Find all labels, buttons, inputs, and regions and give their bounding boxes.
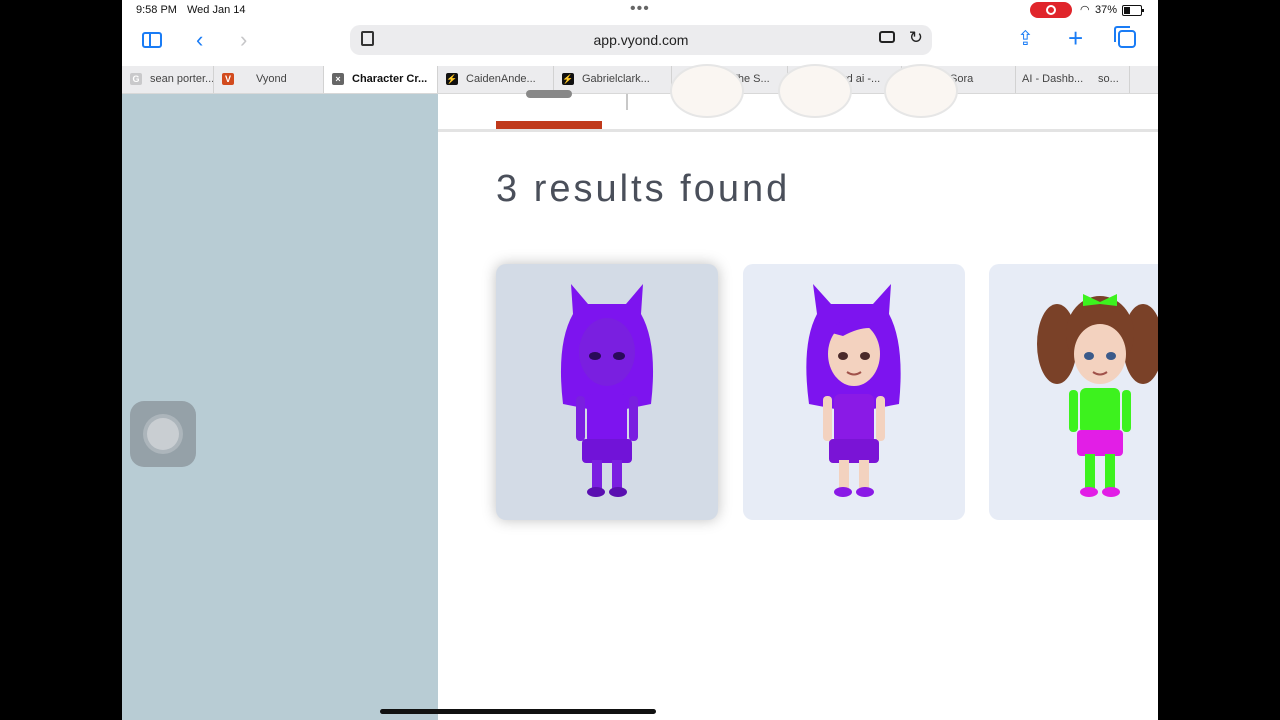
- scroll-handle[interactable]: [526, 90, 572, 98]
- purple-cat-girl-character: [560, 284, 654, 497]
- tab-caidenande[interactable]: ⚡ CaidenAnde...: [438, 66, 554, 93]
- active-category-underline: [496, 121, 602, 129]
- extension-icon[interactable]: [879, 31, 895, 43]
- tab-character-creator[interactable]: × Character Cr...: [324, 66, 438, 93]
- vyond-favicon-icon: V: [222, 73, 234, 85]
- purple-hair-girl-character: [806, 284, 901, 497]
- multitasking-dots-icon[interactable]: •••: [630, 0, 650, 18]
- tab-bar: G sean porter... V Vyond × Character Cr.…: [122, 66, 1158, 94]
- battery-icon: [1122, 5, 1144, 16]
- tab-label: sean porter...: [150, 73, 214, 85]
- bolt-favicon-icon: ⚡: [446, 73, 458, 85]
- status-time: 9:58 PM: [136, 4, 177, 16]
- status-bar: 9:58 PM Wed Jan 14 ••• ◠ 37%: [122, 0, 1158, 22]
- assistive-touch-button[interactable]: [130, 401, 196, 467]
- home-indicator[interactable]: [380, 709, 656, 714]
- new-tab-icon[interactable]: +: [1068, 23, 1083, 54]
- reload-icon[interactable]: ↻: [909, 28, 923, 48]
- battery-percent: 37%: [1095, 4, 1118, 16]
- tab-gabrielclark[interactable]: ⚡ Gabrielclark...: [554, 66, 672, 93]
- forward-icon[interactable]: ›: [240, 27, 247, 53]
- tab-label: Vyond: [256, 73, 287, 85]
- tab-label: Character Cr...: [352, 73, 428, 85]
- tab-overview-icon[interactable]: [1114, 26, 1136, 48]
- ipad-screen: 9:58 PM Wed Jan 14 ••• ◠ 37% ‹ › app.vyo…: [122, 0, 1158, 720]
- wifi-icon: ◠: [1080, 4, 1090, 16]
- close-tab-icon[interactable]: ×: [332, 73, 344, 85]
- google-favicon-icon: G: [130, 73, 142, 85]
- screen-recording-icon[interactable]: [1030, 2, 1072, 18]
- sidebar-toggle-icon[interactable]: [142, 32, 162, 48]
- results-count-title: 3 results found: [496, 168, 791, 210]
- category-thumbnail[interactable]: [778, 64, 852, 118]
- character-card[interactable]: [743, 264, 965, 520]
- category-strip: [438, 64, 1158, 132]
- tab-label: AI - Dashb...: [1022, 73, 1084, 85]
- tab-overflow[interactable]: so...: [1098, 66, 1130, 93]
- tab-label: so...: [1098, 73, 1119, 85]
- tab-label: Gabrielclark...: [582, 73, 650, 85]
- left-panel: [122, 94, 438, 720]
- tab-label: CaidenAnde...: [466, 73, 536, 85]
- brown-pigtails-girl-character: [1037, 294, 1158, 497]
- safari-toolbar: ‹ › app.vyond.com ↻ ⇪ +: [122, 22, 1158, 66]
- back-icon[interactable]: ‹: [196, 27, 203, 53]
- status-date: Wed Jan 14: [187, 4, 246, 16]
- tab-vyond[interactable]: V Vyond: [214, 66, 324, 93]
- character-card[interactable]: [496, 264, 718, 520]
- category-thumbnail[interactable]: [884, 64, 958, 118]
- tab-ai-dashboard[interactable]: AI - Dashb...: [1016, 66, 1098, 93]
- address-bar[interactable]: app.vyond.com ↻: [350, 25, 932, 55]
- bolt-favicon-icon: ⚡: [562, 73, 574, 85]
- category-thumbnail[interactable]: [670, 64, 744, 118]
- category-divider: [626, 94, 628, 110]
- results-panel: 3 results found: [438, 64, 1158, 720]
- character-card[interactable]: [989, 264, 1158, 520]
- tab-sean-porter[interactable]: G sean porter...: [122, 66, 214, 93]
- share-icon[interactable]: ⇪: [1017, 26, 1034, 51]
- url-text[interactable]: app.vyond.com: [350, 32, 932, 48]
